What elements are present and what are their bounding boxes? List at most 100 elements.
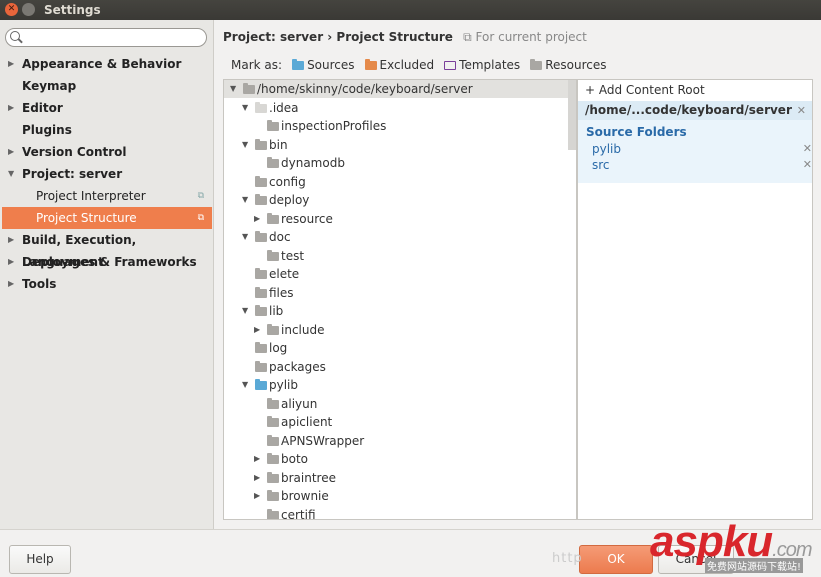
chevron-right-icon[interactable]: ▶ bbox=[8, 273, 14, 295]
folder-icon bbox=[255, 194, 267, 205]
chevron-right-icon[interactable]: ▶ bbox=[254, 487, 260, 505]
chevron-right-icon[interactable]: ▶ bbox=[8, 141, 14, 163]
sidebar-item[interactable]: ▶ Appearance & Behavior bbox=[2, 53, 212, 75]
tree-row[interactable]: ▼ /home/skinny/code/keyboard/server bbox=[224, 80, 569, 98]
tree-row[interactable]: log bbox=[224, 339, 569, 357]
folder-icon bbox=[267, 323, 279, 335]
remove-root-icon[interactable]: ✕ bbox=[797, 101, 806, 120]
tree-row[interactable]: elete bbox=[224, 265, 569, 283]
sidebar-item-label: Plugins bbox=[22, 123, 72, 137]
sidebar-item-label: Editor bbox=[22, 101, 63, 115]
tree-row[interactable]: ▶ brownie bbox=[224, 487, 569, 505]
sidebar-item-label: Project: server bbox=[22, 167, 123, 181]
chevron-down-icon[interactable]: ▼ bbox=[242, 376, 248, 394]
chevron-right-icon[interactable]: ▶ bbox=[8, 229, 14, 251]
tree-row-label: boto bbox=[281, 452, 309, 466]
chevron-down-icon[interactable]: ▼ bbox=[242, 191, 248, 209]
tree-row[interactable]: ▶ include bbox=[224, 321, 569, 339]
chevron-down-icon[interactable]: ▼ bbox=[242, 136, 248, 154]
tree-row-label: test bbox=[281, 248, 305, 263]
sidebar-item-label: Version Control bbox=[22, 145, 127, 159]
sidebar-item[interactable]: Plugins bbox=[2, 119, 212, 141]
tree-row[interactable]: ▶ braintree bbox=[224, 469, 569, 487]
tree-scrollbar[interactable] bbox=[568, 80, 576, 150]
tree-row-label: /home/skinny/code/keyboard/server bbox=[257, 82, 473, 96]
sidebar-item[interactable]: ▶ Editor bbox=[2, 97, 212, 119]
tree-row[interactable]: dynamodb bbox=[224, 154, 569, 172]
folder-icon bbox=[267, 453, 279, 464]
tree-row[interactable]: inspectionProfiles bbox=[224, 117, 569, 135]
title-bar: ✕ Settings bbox=[0, 0, 821, 20]
sidebar-item[interactable]: ▶ Tools bbox=[2, 273, 212, 295]
chevron-down-icon[interactable]: ▼ bbox=[242, 302, 248, 320]
ok-button[interactable]: OK bbox=[579, 545, 653, 574]
project-tree[interactable]: ▼ /home/skinny/code/keyboard/server ▼ .idea… bbox=[223, 79, 577, 520]
source-folder[interactable]: src ✕ bbox=[592, 158, 812, 172]
remove-source-folder-icon[interactable]: ✕ bbox=[803, 142, 812, 155]
scope-hint-text: For current project bbox=[475, 30, 587, 44]
chevron-down-icon[interactable]: ▼ bbox=[8, 163, 14, 185]
close-window-button[interactable]: ✕ bbox=[5, 3, 18, 16]
folder-icon bbox=[292, 58, 305, 70]
source-folder[interactable]: pylib ✕ bbox=[592, 142, 812, 156]
source-folders-title: Source Folders bbox=[586, 125, 687, 139]
tree-row[interactable]: config bbox=[224, 173, 569, 191]
tree-row[interactable]: test bbox=[224, 247, 569, 265]
tree-row[interactable]: ▼ lib bbox=[224, 302, 569, 320]
chevron-down-icon[interactable]: ▼ bbox=[242, 99, 248, 117]
content-roots-panel: + Add Content Root /home/...code/keyboar… bbox=[577, 79, 813, 520]
mark-as-toolbar: Mark as: Sources Excluded Templates Resourc… bbox=[231, 58, 606, 72]
tree-row[interactable]: ▼ pylib bbox=[224, 376, 569, 394]
sidebar-item[interactable]: ▶ Version Control bbox=[2, 141, 212, 163]
sidebar-item[interactable]: Project Structure ⧉ bbox=[2, 207, 212, 229]
window-title: Settings bbox=[44, 3, 101, 17]
tree-row-label: bin bbox=[269, 137, 288, 152]
remove-source-folder-icon[interactable]: ✕ bbox=[803, 158, 812, 171]
tree-row[interactable]: apiclient bbox=[224, 413, 569, 431]
tree-row[interactable]: ▼ .idea bbox=[224, 99, 569, 117]
chevron-right-icon[interactable]: ▶ bbox=[254, 469, 260, 487]
mark-as-templates-button[interactable]: Templates bbox=[444, 58, 520, 72]
mark-as-resources-button[interactable]: Resources bbox=[530, 58, 606, 72]
mark-as-excluded-button[interactable]: Excluded bbox=[364, 58, 434, 72]
sidebar-item-label: Languages & Frameworks bbox=[22, 255, 197, 269]
tree-row[interactable]: certifi bbox=[224, 506, 569, 520]
breadcrumb: Project: server › Project Structure ⧉ Fo… bbox=[223, 30, 587, 45]
tree-row[interactable]: ▼ deploy bbox=[224, 191, 569, 209]
sidebar-item[interactable]: ▶ Build, Execution, Deployment bbox=[2, 229, 212, 269]
chevron-right-icon[interactable]: ▶ bbox=[8, 251, 14, 273]
tree-row[interactable]: APNSWrapper bbox=[224, 432, 569, 450]
tree-row[interactable]: aliyun bbox=[224, 395, 569, 413]
sidebar-item[interactable]: Project Interpreter ⧉ bbox=[2, 185, 212, 207]
tree-row[interactable]: ▼ doc bbox=[224, 228, 569, 246]
sidebar-item[interactable]: ▼ Project: server bbox=[2, 163, 212, 185]
tree-row[interactable]: ▼ bin bbox=[224, 136, 569, 154]
chevron-right-icon[interactable]: ▶ bbox=[254, 210, 260, 228]
add-content-root-button[interactable]: + Add Content Root bbox=[585, 83, 705, 97]
folder-icon bbox=[255, 175, 267, 187]
sidebar-item[interactable]: ▶ Languages & Frameworks bbox=[2, 251, 212, 273]
chevron-right-icon[interactable]: ▶ bbox=[254, 321, 260, 339]
folder-icon bbox=[444, 60, 457, 70]
tree-row[interactable]: packages bbox=[224, 358, 569, 376]
mark-as-sources-button[interactable]: Sources bbox=[292, 58, 355, 72]
minimize-window-button[interactable] bbox=[22, 3, 35, 16]
search-icon bbox=[10, 31, 20, 41]
chevron-down-icon[interactable]: ▼ bbox=[230, 80, 236, 98]
chevron-down-icon[interactable]: ▼ bbox=[242, 228, 248, 246]
folder-icon bbox=[267, 416, 279, 427]
chevron-right-icon[interactable]: ▶ bbox=[8, 97, 14, 119]
tree-row[interactable]: files bbox=[224, 284, 569, 302]
content-root-path-text: /home/...code/keyboard/server bbox=[585, 103, 792, 117]
sidebar-item[interactable]: Keymap bbox=[2, 75, 212, 97]
tree-row-label: certifi bbox=[281, 507, 316, 520]
tree-row[interactable]: ▶ resource bbox=[224, 210, 569, 228]
sidebar-item-label: Project Interpreter bbox=[36, 189, 146, 203]
help-button[interactable]: Help bbox=[9, 545, 71, 574]
tree-row[interactable]: ▶ boto bbox=[224, 450, 569, 468]
folder-icon bbox=[364, 58, 377, 70]
chevron-right-icon[interactable]: ▶ bbox=[254, 450, 260, 468]
search-input[interactable] bbox=[5, 28, 207, 47]
chevron-right-icon[interactable]: ▶ bbox=[8, 53, 14, 75]
tree-row-label: lib bbox=[269, 304, 284, 318]
